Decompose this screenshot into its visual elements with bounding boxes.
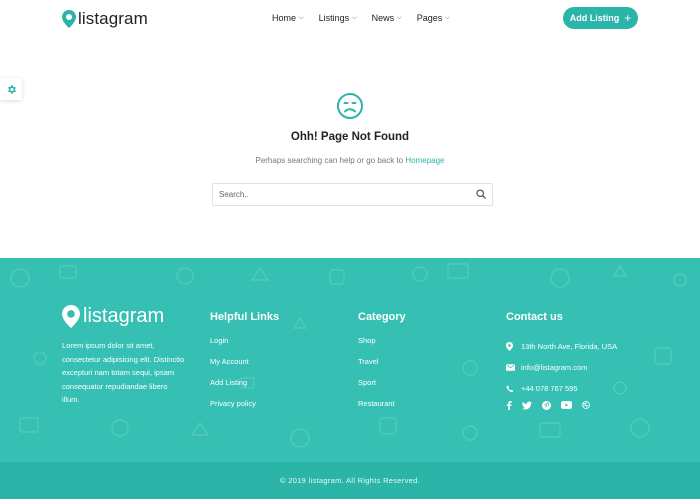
email-text: info@listagram.com bbox=[521, 363, 588, 372]
chevron-down-icon: ⌵ bbox=[299, 14, 304, 21]
page-title: Ohh! Page Not Found bbox=[290, 131, 410, 143]
logo[interactable]: listagram bbox=[62, 9, 148, 29]
chevron-down-icon: ⌵ bbox=[445, 14, 450, 21]
youtube-icon[interactable] bbox=[561, 401, 572, 410]
column-title: Category bbox=[358, 311, 406, 323]
map-pin-icon bbox=[62, 10, 76, 28]
copyright-text: © 2019 listagram. All Rights Reserved. bbox=[280, 476, 420, 485]
main-nav: Home ⌵ Listings ⌵ News ⌵ Pages ⌵ bbox=[272, 13, 465, 23]
column-title: Contact us bbox=[506, 311, 563, 323]
logo-text: listagram bbox=[78, 9, 148, 28]
nav-item-home[interactable]: Home ⌵ bbox=[272, 13, 304, 23]
contact-address: 13th North Ave, Florida, USA bbox=[506, 336, 617, 357]
gear-icon bbox=[7, 84, 16, 94]
twitter-icon[interactable] bbox=[522, 401, 532, 410]
page-subtitle: Perhaps searching can help or go back to… bbox=[0, 156, 700, 165]
category-links: Category Shop Travel Sport Restaurant bbox=[358, 311, 406, 420]
site-header: listagram Home ⌵ Listings ⌵ News ⌵ Pages… bbox=[0, 0, 700, 38]
pinterest-icon[interactable] bbox=[542, 401, 551, 410]
column-title: Helpful Links bbox=[210, 311, 280, 323]
nav-label: Listings bbox=[318, 13, 350, 23]
search-box bbox=[212, 183, 493, 206]
subtitle-text: Perhaps searching can help or go back to bbox=[255, 156, 406, 165]
footer-logo-text: listagram bbox=[83, 305, 165, 327]
homepage-link[interactable]: Homepage bbox=[405, 156, 444, 165]
footer-link-travel[interactable]: Travel bbox=[358, 357, 406, 378]
search-input[interactable] bbox=[213, 184, 468, 205]
phone-text: +44 078 767 595 bbox=[521, 384, 578, 393]
contact-email[interactable]: info@listagram.com bbox=[506, 357, 617, 378]
address-text: 13th North Ave, Florida, USA bbox=[521, 342, 618, 351]
chevron-down-icon: ⌵ bbox=[397, 14, 402, 21]
envelope-icon bbox=[506, 364, 521, 371]
nav-label: News bbox=[371, 13, 395, 23]
footer-description: Lorem ipsum dolor sit amet, consectetur … bbox=[62, 341, 185, 404]
nav-label: Pages bbox=[416, 13, 443, 23]
sad-face-icon bbox=[337, 93, 363, 119]
contact-phone[interactable]: +44 078 767 595 bbox=[506, 378, 617, 399]
add-listing-label: Add Listing bbox=[569, 13, 620, 23]
site-footer: listagram Lorem ipsum dolor sit amet, co… bbox=[0, 258, 700, 462]
dribbble-icon[interactable] bbox=[582, 401, 590, 410]
copyright-bar: © 2019 listagram. All Rights Reserved. bbox=[0, 462, 700, 499]
footer-link-shop[interactable]: Shop bbox=[358, 336, 406, 357]
chevron-down-icon: ⌵ bbox=[352, 14, 357, 21]
footer-link-my-account[interactable]: My Account bbox=[210, 357, 279, 378]
location-icon bbox=[506, 342, 521, 351]
helpful-links: Helpful Links Login My Account Add Listi… bbox=[210, 311, 279, 420]
footer-link-restaurant[interactable]: Restaurant bbox=[358, 399, 406, 420]
settings-toggle[interactable] bbox=[0, 78, 22, 100]
search-icon[interactable] bbox=[476, 189, 486, 199]
add-listing-button[interactable]: Add Listing + bbox=[563, 7, 638, 29]
facebook-icon[interactable] bbox=[506, 401, 512, 410]
map-pin-icon bbox=[62, 305, 80, 328]
social-links bbox=[506, 401, 617, 410]
footer-link-login[interactable]: Login bbox=[210, 336, 279, 357]
plus-icon: + bbox=[624, 11, 632, 25]
phone-icon bbox=[506, 385, 521, 393]
nav-item-pages[interactable]: Pages ⌵ bbox=[417, 13, 450, 23]
nav-label: Home bbox=[272, 13, 297, 23]
footer-link-privacy[interactable]: Privacy policy bbox=[210, 399, 279, 420]
nav-item-news[interactable]: News ⌵ bbox=[372, 13, 402, 23]
footer-link-sport[interactable]: Sport bbox=[358, 378, 406, 399]
contact-info: Contact us 13th North Ave, Florida, USA … bbox=[506, 311, 617, 410]
footer-logo[interactable]: listagram bbox=[62, 305, 164, 328]
nav-item-listings[interactable]: Listings ⌵ bbox=[319, 13, 357, 23]
footer-link-add-listing[interactable]: Add Listing bbox=[210, 378, 279, 399]
